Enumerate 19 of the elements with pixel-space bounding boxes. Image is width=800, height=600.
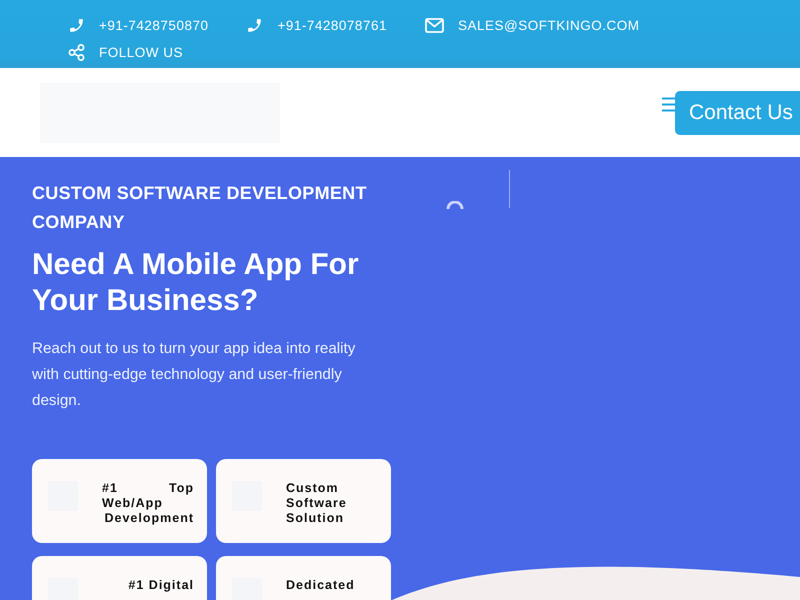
feature-label: Dedicated: [286, 578, 356, 593]
hero-title: Need A Mobile App For Your Business?: [32, 247, 360, 319]
contact-link[interactable]: +91-7428078761: [277, 18, 387, 32]
feature-label: Custom Software Solution: [286, 481, 348, 526]
contact-link[interactable]: +91-7428750870: [99, 18, 208, 32]
hero-description: Reach out to us to turn your app idea into reality with cutting-edge technology and user-friendly design.: [32, 339, 356, 411]
follow-link[interactable]: FOLLOW US: [99, 44, 184, 60]
contact-button[interactable]: Contact Us: [675, 91, 800, 135]
menu-icon[interactable]: [662, 97, 676, 112]
mail-icon: [424, 18, 444, 32]
phone-icon: [246, 16, 264, 34]
share-icon: [68, 44, 85, 60]
contact-link[interactable]: SALES@SOFTKINGO.COM: [458, 18, 640, 32]
phone-icon: [68, 16, 85, 34]
arc-icon: [446, 201, 464, 210]
divider-line: [509, 170, 510, 208]
feature-label: #1 Digital: [127, 578, 194, 593]
feature-label: #1 Top Web/App Development: [102, 481, 194, 526]
eyebrow-heading: CUSTOM SOFTWARE DEVELOPMENT COMPANY: [32, 182, 368, 234]
